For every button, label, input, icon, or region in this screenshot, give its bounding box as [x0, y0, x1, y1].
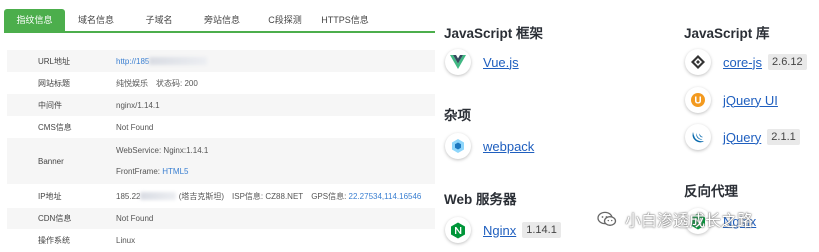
ip-label: IP地址	[38, 191, 62, 201]
misc-title: 杂项	[444, 108, 471, 123]
tech-item-jquery-ui[interactable]: jQuery UI	[685, 87, 778, 113]
status-code-value: 200	[184, 78, 198, 88]
tech-name-core-js[interactable]: core-js	[723, 55, 762, 70]
url-label: URL地址	[38, 56, 71, 66]
redacted-blur	[149, 57, 208, 66]
url-link[interactable]: http://185	[116, 57, 149, 66]
nginx-icon	[445, 217, 471, 243]
os-value: Linux	[116, 235, 136, 245]
tech-name-webpack[interactable]: webpack	[483, 139, 534, 154]
banner-label: Banner	[38, 156, 64, 166]
tech-version-nginx: 1.14.1	[522, 222, 561, 238]
fingerprint-table: URL地址 http://185 网站标题 纯悦娱乐 状态码: 200 中间件 n…	[7, 50, 435, 251]
watermark-text: 小白渗透成长之路	[625, 213, 754, 230]
table-row: Banner WebService: Nginx:1.14.1 FrontFra…	[7, 138, 435, 184]
tab-c-segment[interactable]: C段探测	[253, 9, 317, 31]
info-tabs: 指纹信息 域名信息 子域名 旁站信息 C段探测 HTTPS信息	[4, 9, 373, 33]
tech-name-nginx[interactable]: Nginx	[483, 223, 516, 238]
status-code-label: 状态码:	[156, 78, 183, 88]
technology-panel: JavaScript 框架 Vue.js 杂项 webpack Web 服务器 …	[435, 0, 819, 252]
jquery-ui-icon	[685, 87, 711, 113]
banner-webservice: WebService: Nginx:1.14.1	[116, 146, 209, 155]
table-row: 网站标题 纯悦娱乐 状态码: 200	[7, 72, 435, 94]
isp-label: ISP信息:	[232, 191, 264, 201]
tab-fingerprint[interactable]: 指纹信息	[4, 9, 65, 31]
tech-name-vue[interactable]: Vue.js	[483, 55, 519, 70]
tabs-underline	[4, 31, 435, 33]
ip-location: (塔吉克斯坦)	[178, 191, 225, 201]
reverse-proxy-title: 反向代理	[684, 184, 738, 199]
banner-frontframe-link[interactable]: HTML5	[162, 167, 188, 176]
tab-subdomain[interactable]: 子域名	[127, 9, 191, 31]
js-frameworks-title: JavaScript 框架	[444, 26, 544, 41]
table-row: IP地址 185.22 (塔吉克斯坦) ISP信息: CZ88.NET GPS信息:…	[7, 184, 435, 208]
cdn-label: CDN信息	[38, 214, 72, 223]
tech-version-core-js: 2.6.12	[768, 54, 807, 70]
ip-value: 185.22	[116, 191, 141, 201]
tab-https[interactable]: HTTPS信息	[317, 9, 373, 31]
redacted-blur	[140, 192, 177, 201]
webpack-icon	[445, 133, 471, 159]
tech-name-jquery[interactable]: jQuery	[723, 130, 761, 145]
watermark: 小白渗透成长之路	[597, 207, 753, 231]
site-title-value: 纯悦娱乐	[116, 78, 148, 88]
tech-item-jquery[interactable]: jQuery 2.1.1	[685, 124, 800, 150]
cms-label: CMS信息	[38, 122, 72, 132]
cms-value: Not Found	[116, 122, 154, 132]
tech-item-vue[interactable]: Vue.js	[445, 49, 519, 75]
wechat-icon	[597, 211, 617, 226]
table-row: 操作系统 Linux	[7, 229, 435, 251]
os-label: 操作系统	[38, 235, 70, 245]
jquery-icon	[685, 124, 711, 150]
table-row: CDN信息 Not Found	[7, 208, 435, 229]
fingerprint-panel: 指纹信息 域名信息 子域名 旁站信息 C段探测 HTTPS信息 URL地址 ht…	[0, 0, 435, 252]
site-title-label: 网站标题	[38, 78, 70, 88]
web-servers-title: Web 服务器	[444, 192, 517, 207]
middleware-label: 中间件	[38, 100, 62, 110]
table-row: 中间件 nginx/1.14.1	[7, 94, 435, 116]
tech-item-core-js[interactable]: core-js 2.6.12	[685, 49, 807, 75]
banner-frontframe-label: FrontFrame:	[116, 167, 161, 176]
tech-item-nginx[interactable]: Nginx 1.14.1	[445, 217, 561, 243]
vue-icon	[445, 49, 471, 75]
gps-label: GPS信息:	[311, 191, 347, 201]
tab-domain[interactable]: 域名信息	[65, 9, 127, 31]
cdn-value: Not Found	[116, 214, 154, 223]
tech-name-jquery-ui[interactable]: jQuery UI	[723, 93, 778, 108]
tech-version-jquery: 2.1.1	[767, 129, 800, 145]
middleware-value: nginx/1.14.1	[116, 100, 160, 110]
tab-sibling-sites[interactable]: 旁站信息	[191, 9, 253, 31]
isp-value: CZ88.NET	[265, 191, 304, 201]
table-row: CMS信息 Not Found	[7, 116, 435, 138]
tech-item-webpack[interactable]: webpack	[445, 133, 534, 159]
core-js-icon	[685, 49, 711, 75]
gps-link[interactable]: 22.27534,114.16546	[349, 192, 422, 201]
js-libraries-title: JavaScript 库	[684, 26, 770, 41]
table-row: URL地址 http://185	[7, 50, 435, 72]
